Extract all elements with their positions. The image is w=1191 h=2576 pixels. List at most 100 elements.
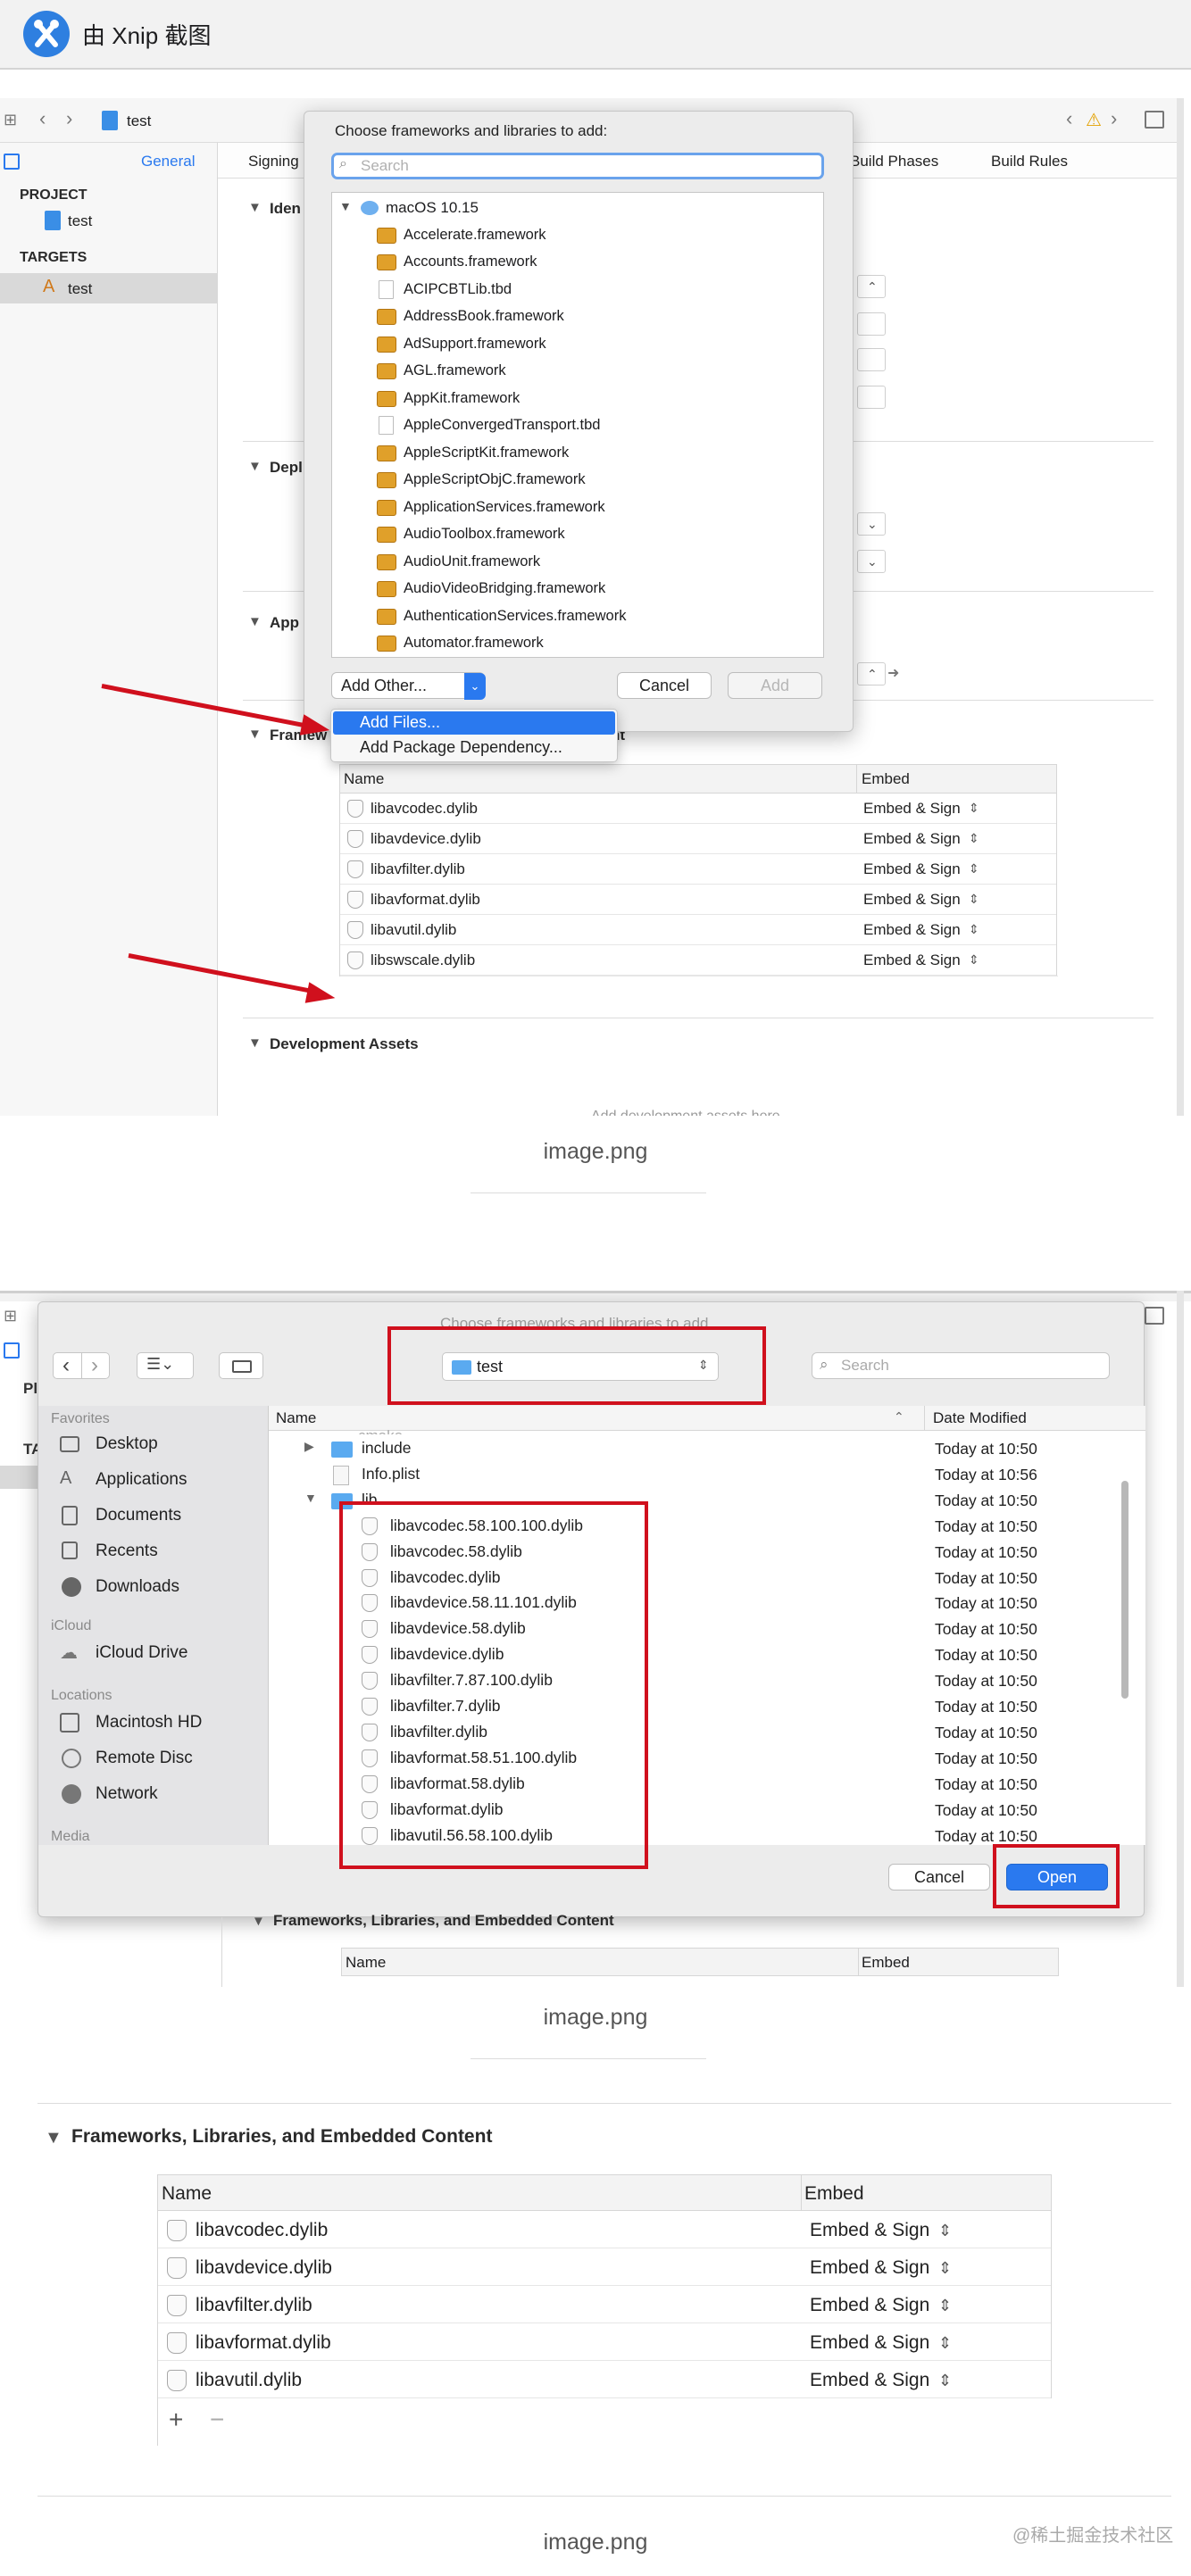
back-icon[interactable]: ‹ [62, 1353, 70, 1378]
embed-popup[interactable]: Embed & Sign [863, 891, 961, 909]
col-name[interactable]: Name [162, 2183, 212, 2205]
col-embed[interactable]: Embed [804, 2183, 864, 2205]
identity-field-1[interactable] [857, 312, 886, 336]
tab-general[interactable]: General [141, 153, 195, 170]
table-row[interactable]: libavfilter.dylib Embed & Sign ⇕ [340, 854, 1056, 885]
embed-popup[interactable]: Embed & Sign [810, 2220, 929, 2241]
stepper-icon[interactable]: ⇕ [938, 2334, 952, 2353]
sidebar-item-macintosh-hd[interactable]: Macintosh HD [96, 1713, 202, 1733]
disclosure-open-icon[interactable]: ▼ [304, 1491, 317, 1505]
list-group-macos[interactable]: ▼ macOS 10.15 [332, 195, 823, 222]
frameworks-disclosure-icon[interactable]: ▼ [248, 727, 262, 742]
deployment-popup-2[interactable]: ⌄ [857, 550, 886, 573]
tab-signing[interactable]: Signing [248, 153, 299, 170]
cancel-button[interactable]: Cancel [617, 672, 712, 699]
navigator-toggle-icon[interactable] [4, 1342, 20, 1359]
framework-list-item[interactable]: AuthenticationServices.framework [332, 603, 823, 631]
framework-list-item[interactable]: AudioUnit.framework [332, 549, 823, 577]
sidebar-item-recents[interactable]: Recents [96, 1541, 158, 1561]
frameworks-disclosure-icon[interactable]: ▼ [252, 1914, 265, 1929]
identity-field-3[interactable] [857, 386, 886, 409]
app-icon-popup[interactable]: ⌃ [857, 662, 886, 686]
stepper-icon[interactable]: ⇕ [969, 801, 979, 816]
cancel-button[interactable]: Cancel [888, 1864, 990, 1890]
framework-list-item[interactable]: ACIPCBTLib.tbd [332, 277, 823, 304]
disclosure-closed-icon[interactable]: ▶ [304, 1439, 314, 1454]
table-row[interactable]: libavcodec.dylib Embed & Sign ⇕ [158, 2211, 1051, 2248]
file-list-scrollbar[interactable] [1121, 1481, 1129, 1699]
add-button[interactable]: + [169, 2406, 183, 2434]
table-row[interactable]: libavdevice.dylib Embed & Sign ⇕ [158, 2248, 1051, 2286]
framework-list-item[interactable]: ApplicationServices.framework [332, 494, 823, 522]
sidebar-item-downloads[interactable]: Downloads [96, 1577, 179, 1597]
sidebar-item-remote-disc[interactable]: Remote Disc [96, 1749, 193, 1768]
stepper-icon[interactable]: ⇕ [969, 952, 979, 968]
back-forward-control[interactable]: ‹ › [53, 1352, 110, 1379]
framework-list-item[interactable]: AGL.framework [332, 358, 823, 386]
identity-popup[interactable]: ⌃ [857, 275, 886, 298]
framework-list-item[interactable]: AppleScriptKit.framework [332, 440, 823, 468]
nav-project-item[interactable]: test [68, 212, 92, 230]
col-embed[interactable]: Embed [862, 770, 910, 788]
framework-list-item[interactable]: AppleScriptObjC.framework [332, 467, 823, 494]
embed-popup[interactable]: Embed & Sign [810, 2370, 929, 2391]
sidebar-item-network[interactable]: Network [96, 1784, 158, 1804]
identity-field-2[interactable] [857, 348, 886, 371]
embed-popup[interactable]: Embed & Sign [863, 921, 961, 939]
grid-icon[interactable]: ⊞ [4, 111, 17, 129]
framework-list-item[interactable]: AppKit.framework [332, 386, 823, 413]
menu-item-add-files[interactable]: Add Files... [333, 711, 615, 735]
embed-popup[interactable]: Embed & Sign [810, 2257, 929, 2279]
col-name[interactable]: Name [276, 1409, 316, 1427]
search-input[interactable]: ⌕ Search [331, 153, 824, 179]
forward-icon[interactable]: › [66, 107, 72, 130]
nav-target-selected[interactable]: A test [0, 273, 218, 303]
framework-list-item[interactable]: AudioVideoBridging.framework [332, 576, 823, 603]
file-row[interactable]: Info.plist Today at 10:56 [269, 1462, 1108, 1487]
table-row[interactable]: libavdevice.dylib Embed & Sign ⇕ [340, 824, 1056, 854]
table-row[interactable]: libavformat.dylib Embed & Sign ⇕ [340, 885, 1056, 915]
breadcrumb[interactable]: test [127, 112, 151, 130]
search-input[interactable]: ⌕ Search [812, 1352, 1110, 1379]
deployment-disclosure-icon[interactable]: ▼ [248, 459, 262, 474]
embed-popup[interactable]: Embed & Sign [810, 2332, 929, 2354]
disclosure-open-icon[interactable]: ▼ [45, 2128, 62, 2148]
disclosure-open-icon[interactable]: ▼ [339, 199, 352, 213]
col-name[interactable]: Name [346, 1954, 386, 1972]
col-name[interactable]: Name [344, 770, 384, 788]
embed-popup[interactable]: Embed & Sign [863, 800, 961, 818]
sidebar-item-applications[interactable]: Applications [96, 1470, 187, 1490]
framework-list-item[interactable]: Accelerate.framework [332, 222, 823, 250]
chevron-down-icon[interactable]: ⌄ [464, 673, 486, 700]
inspector-toggle-icon[interactable] [1145, 1307, 1164, 1325]
framework-list-item[interactable]: AdSupport.framework [332, 331, 823, 359]
embed-popup[interactable]: Embed & Sign [863, 951, 961, 969]
sidebar-item-desktop[interactable]: Desktop [96, 1434, 158, 1454]
grid-icon[interactable]: ⊞ [4, 1307, 17, 1325]
inspector-toggle-icon[interactable] [1145, 111, 1164, 129]
framework-list[interactable]: ▼ macOS 10.15 Accelerate.framework Accoun… [331, 192, 824, 658]
stepper-icon[interactable]: ⇕ [969, 892, 979, 907]
stepper-icon[interactable]: ⇕ [938, 2259, 952, 2278]
stepper-icon[interactable]: ⇕ [938, 2297, 952, 2315]
framework-list-item[interactable]: Automator.framework [332, 630, 823, 658]
new-folder-button[interactable] [219, 1352, 263, 1379]
embed-popup[interactable]: Embed & Sign [863, 830, 961, 848]
warning-icon[interactable]: ⚠ [1086, 109, 1102, 131]
navigator-toggle-icon[interactable] [4, 154, 20, 170]
dev-assets-disclosure-icon[interactable]: ▼ [248, 1035, 262, 1051]
table-row[interactable]: libavutil.dylib Embed & Sign ⇕ [340, 915, 1056, 945]
identity-disclosure-icon[interactable]: ▼ [248, 200, 262, 215]
remove-button[interactable]: − [210, 2406, 224, 2434]
add-other-button[interactable]: Add Other... ⌄ [331, 672, 486, 700]
table-row[interactable]: libavcodec.dylib Embed & Sign ⇕ [340, 794, 1056, 824]
stepper-icon[interactable]: ⇕ [938, 2372, 952, 2390]
back-icon[interactable]: ‹ [39, 107, 46, 130]
stepper-icon[interactable]: ⇕ [969, 861, 979, 877]
sort-chevron-icon[interactable]: ⌃ [894, 1409, 904, 1425]
app-disclosure-icon[interactable]: ▼ [248, 614, 262, 629]
table-row[interactable]: libavutil.dylib Embed & Sign ⇕ [158, 2361, 1051, 2398]
stepper-icon[interactable]: ⇕ [938, 2222, 952, 2240]
stepper-icon[interactable]: ⇕ [969, 922, 979, 937]
sidebar-item-icloud-drive[interactable]: iCloud Drive [96, 1643, 187, 1663]
